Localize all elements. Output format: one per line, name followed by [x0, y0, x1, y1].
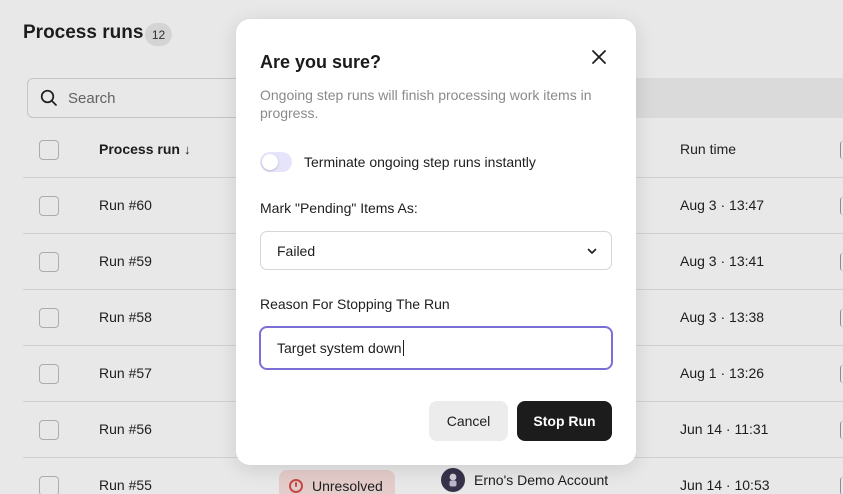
reason-input[interactable]: Target system down [259, 326, 613, 370]
dialog-title: Are you sure? [260, 52, 382, 72]
toggle-knob [262, 154, 278, 170]
stop-run-button[interactable]: Stop Run [517, 401, 612, 441]
chevron-down-icon [587, 248, 597, 254]
reason-label: Reason For Stopping The Run [260, 296, 450, 312]
pending-items-select[interactable]: Failed [260, 231, 612, 270]
terminate-toggle[interactable] [260, 152, 292, 172]
close-icon [592, 50, 606, 64]
pending-items-value: Failed [277, 242, 316, 259]
dialog-description: Ongoing step runs will finish processing… [260, 87, 592, 121]
reason-value: Target system down [277, 340, 402, 356]
text-caret [402, 340, 404, 356]
terminate-toggle-label: Terminate ongoing step runs instantly [304, 154, 536, 170]
pending-items-label: Mark "Pending" Items As: [260, 200, 418, 216]
stop-run-dialog: Are you sure? Ongoing step runs will fin… [236, 19, 636, 465]
close-button[interactable] [586, 44, 612, 70]
cancel-button[interactable]: Cancel [429, 401, 508, 441]
